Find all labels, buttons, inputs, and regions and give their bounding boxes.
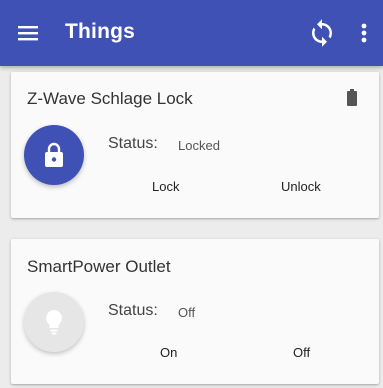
status-label: Status: <box>108 135 158 152</box>
status-value: Off <box>178 305 196 320</box>
more-vert-icon[interactable] <box>354 19 374 47</box>
off-button[interactable]: Off <box>293 345 310 360</box>
status-value: Locked <box>178 138 220 153</box>
app-bar: Things <box>0 0 383 66</box>
sync-icon[interactable] <box>307 18 337 48</box>
thing-card-lock[interactable]: Z-Wave Schlage Lock Status: Locked Lock … <box>11 72 379 218</box>
thing-icon-button[interactable] <box>24 125 84 185</box>
thing-name: Z-Wave Schlage Lock <box>27 89 193 108</box>
lock-icon <box>45 142 63 167</box>
unlock-button[interactable]: Unlock <box>281 179 321 194</box>
thing-name: SmartPower Outlet <box>27 257 171 276</box>
thing-icon-button[interactable] <box>24 292 84 352</box>
status-label: Status: <box>108 302 158 319</box>
page-title: Things <box>65 20 136 43</box>
hamburger-menu-icon[interactable] <box>14 19 42 47</box>
thing-card-outlet[interactable]: SmartPower Outlet Status: Off On Off <box>11 239 379 384</box>
battery-icon <box>347 89 357 106</box>
lightbulb-icon <box>46 310 62 335</box>
on-button[interactable]: On <box>160 345 177 360</box>
lock-button[interactable]: Lock <box>152 179 179 194</box>
